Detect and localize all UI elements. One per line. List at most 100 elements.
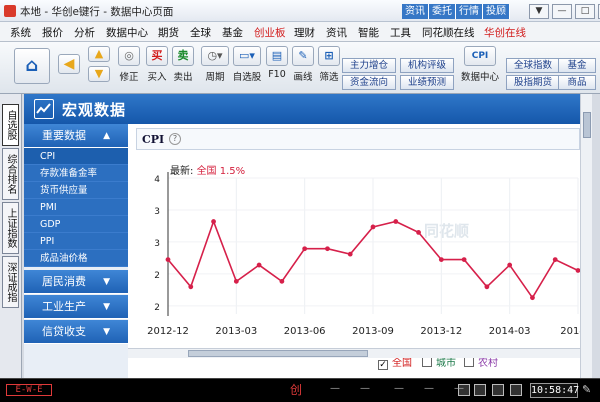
menu-gem[interactable]: 创业板 <box>254 25 286 40</box>
nav-item-pmi[interactable]: PMI <box>24 199 128 216</box>
x-tick-label: 2013-03 <box>215 326 257 337</box>
chevron-down-icon: ▼ <box>103 277 110 287</box>
nav-item-gdp[interactable]: GDP <box>24 216 128 233</box>
y-tick-label: 3 <box>154 207 160 217</box>
folder-icon: ▭▾ <box>233 46 261 66</box>
toolbar-capital-flow[interactable]: 资金流向 <box>342 75 396 90</box>
nav-item-money-supply[interactable]: 货币供应量 <box>24 182 128 199</box>
page-down-button[interactable]: ▼ <box>88 66 110 82</box>
draw-label: 画线 <box>293 72 313 83</box>
sell-label: 卖出 <box>173 72 193 83</box>
toolbar-commodity[interactable]: 商品 <box>558 75 596 90</box>
nav-item-ppi[interactable]: PPI <box>24 233 128 250</box>
filter-button[interactable]: ⊞ 筛选 <box>316 46 342 83</box>
legend-label: 农村 <box>478 358 498 369</box>
filter-label: 筛选 <box>319 72 339 83</box>
grid-icon[interactable] <box>474 384 486 396</box>
selfselect-button[interactable]: ▭▾ 自选股 <box>232 46 262 83</box>
checkbox-unchecked[interactable] <box>464 357 474 367</box>
home-button[interactable]: ⌂ <box>12 48 52 84</box>
vertical-scrollbar[interactable] <box>580 94 592 378</box>
toolbar-fund[interactable]: 基金 <box>558 58 596 73</box>
chevron-down-icon: ▼ <box>103 327 110 337</box>
filter-icon: ⊞ <box>318 46 340 66</box>
menu-info[interactable]: 资讯 <box>326 25 347 40</box>
app-logo-icon <box>4 5 16 17</box>
menu-futures[interactable]: 期货 <box>158 25 179 40</box>
calendar-icon[interactable] <box>492 384 504 396</box>
f10-button[interactable]: ▤ F10 <box>264 46 290 80</box>
toolbar-index-futures[interactable]: 股指期货 <box>506 75 560 90</box>
period-button[interactable]: ◷▾ 周期 <box>200 46 230 83</box>
buy-button[interactable]: 买 买入 <box>144 46 170 83</box>
sell-button[interactable]: 卖 卖出 <box>170 46 196 83</box>
menu-bar: 系统 报价 分析 数据中心 期货 全球 基金 创业板 理财 资讯 智能 工具 同… <box>0 22 600 42</box>
data-point <box>530 295 535 301</box>
scroll-thumb[interactable] <box>583 112 591 138</box>
data-point <box>325 246 330 252</box>
checkbox-unchecked[interactable] <box>422 357 432 367</box>
nav-category-label: 信贷收支 <box>42 325 86 338</box>
menu-datacenter[interactable]: 数据中心 <box>106 25 148 40</box>
datacenter-button[interactable]: CPI 数据中心 <box>460 46 500 83</box>
data-point <box>211 219 216 224</box>
data-point <box>188 284 194 290</box>
status-indicator: E-W-E <box>6 384 52 396</box>
nav-category-consumption[interactable]: 居民消费 ▼ <box>24 270 128 294</box>
arrow-down-icon: ▼ <box>88 66 110 82</box>
menu-wealth[interactable]: 理财 <box>294 25 315 40</box>
menu-smart[interactable]: 智能 <box>358 25 379 40</box>
toolbar-global-index[interactable]: 全球指数 <box>506 58 560 73</box>
menu-ths-online[interactable]: 同花顺在线 <box>422 25 475 40</box>
menu-global[interactable]: 全球 <box>190 25 211 40</box>
x-tick-label: 2012-12 <box>147 326 189 337</box>
legend-label: 城市 <box>436 358 456 369</box>
arrow-up-icon: ▲ <box>88 46 110 62</box>
selfselect-label: 自选股 <box>232 72 262 83</box>
content-area: 宏观数据 重要数据 ▲ CPI 存款准备金率 货币供应量 PMI GDP PPI… <box>24 94 592 378</box>
nav-item-oil-price[interactable]: 成品油价格 <box>24 250 128 267</box>
nav-category-credit[interactable]: 信贷收支 ▼ <box>24 320 128 344</box>
menu-quote[interactable]: 报价 <box>42 25 63 40</box>
scroll-thumb[interactable] <box>188 350 368 357</box>
menu-huachuang-online[interactable]: 华创在线 <box>484 25 526 40</box>
nav-category-industry[interactable]: 工业生产 ▼ <box>24 295 128 319</box>
quick-button-order[interactable]: 委托 <box>429 4 456 19</box>
menu-system[interactable]: 系统 <box>10 25 31 40</box>
data-point <box>461 257 467 262</box>
fix-button[interactable]: ◎ 修正 <box>116 46 142 83</box>
toolbar-institution-rating[interactable]: 机构评级 <box>400 58 454 73</box>
nav-category-label: 重要数据 <box>42 129 86 142</box>
nav-category-label: 居民消费 <box>42 275 86 288</box>
minimize-button[interactable]: — <box>552 4 572 19</box>
back-button[interactable]: ◀ <box>58 54 80 74</box>
nav-item-cpi[interactable]: CPI <box>24 148 128 165</box>
pen-icon[interactable]: ✎ <box>582 383 591 396</box>
page-up-button[interactable]: ▲ <box>88 46 110 62</box>
nav-item-reserve-ratio[interactable]: 存款准备金率 <box>24 165 128 182</box>
quick-button-news[interactable]: 资讯 <box>402 4 429 19</box>
menu-analysis[interactable]: 分析 <box>74 25 95 40</box>
settings-icon[interactable] <box>510 384 522 396</box>
quick-button-quotes[interactable]: 行情 <box>456 4 483 19</box>
toolbar-main-increase[interactable]: 主力增仓 <box>342 58 396 73</box>
sidetab-selfselect[interactable]: 自选股 <box>2 104 19 146</box>
horizontal-scrollbar[interactable] <box>128 348 580 358</box>
toolbar-earnings-forecast[interactable]: 业绩预测 <box>400 75 454 90</box>
sidetab-shanghai[interactable]: 上证指数 <box>2 202 19 254</box>
menu-fund[interactable]: 基金 <box>222 25 243 40</box>
draw-line-button[interactable]: ✎ 画线 <box>290 46 316 83</box>
sidetab-ranking[interactable]: 综合排名 <box>2 148 19 200</box>
x-tick-label: 2013-09 <box>352 326 394 337</box>
dropdown-icon[interactable]: ▼ <box>529 4 549 19</box>
page-title: 宏观数据 <box>62 101 127 119</box>
nav-category-important[interactable]: 重要数据 ▲ <box>24 124 128 148</box>
quick-button-advisor[interactable]: 投顾 <box>483 4 510 19</box>
data-point <box>347 251 353 257</box>
checkbox-checked[interactable]: ✓ <box>378 360 388 370</box>
menu-tools[interactable]: 工具 <box>390 25 411 40</box>
x-tick-label: 2013-12 <box>420 326 462 337</box>
x-tick-label: 2014-03 <box>489 326 531 337</box>
maximize-button[interactable]: □ <box>575 4 595 19</box>
sidetab-shenzhen[interactable]: 深证成指 <box>2 256 19 308</box>
